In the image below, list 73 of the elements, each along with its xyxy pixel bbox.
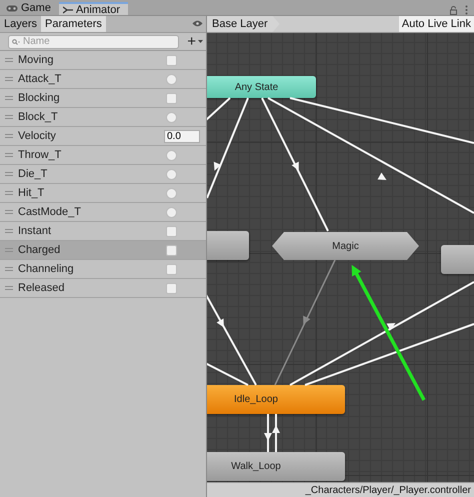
checkbox[interactable]: [166, 244, 177, 256]
drag-handle-icon[interactable]: [5, 229, 13, 233]
drag-handle-icon[interactable]: [5, 153, 13, 157]
file-path: _Characters/Player/_Player.controller: [305, 484, 471, 496]
parameter-name: Charged: [18, 244, 62, 256]
parameter-name: Blocking: [18, 92, 61, 104]
gamepad-icon: [6, 4, 18, 12]
state-node[interactable]: Magic: [272, 232, 419, 260]
drag-handle-icon[interactable]: [5, 267, 13, 271]
trigger-radio[interactable]: [166, 150, 177, 160]
trigger-radio[interactable]: [166, 112, 177, 122]
parameter-row[interactable]: Released: [0, 279, 206, 298]
parameter-row[interactable]: Moving: [0, 51, 206, 70]
parameter-name: Block_T: [18, 111, 59, 123]
trigger-radio[interactable]: [166, 168, 177, 180]
search-icon: [12, 38, 20, 44]
parameter-row[interactable]: Charged: [0, 241, 206, 260]
parameter-name: Throw_T: [18, 149, 62, 161]
parameter-name: Attack_T: [18, 73, 62, 85]
parameter-row[interactable]: Block_T: [0, 108, 206, 127]
parameter-name: Released: [18, 282, 66, 294]
drag-handle-icon[interactable]: [5, 77, 13, 81]
parameter-name: Instant: [18, 225, 52, 237]
parameter-row[interactable]: Channeling: [0, 260, 206, 279]
drag-handle-icon[interactable]: [5, 58, 13, 62]
drag-handle-icon[interactable]: [5, 191, 13, 195]
trigger-radio[interactable]: [166, 206, 177, 218]
checkbox[interactable]: [166, 264, 177, 274]
add-button[interactable]: +: [187, 34, 203, 49]
auto-live-link-button[interactable]: Auto Live Link: [398, 16, 474, 32]
drag-handle-icon[interactable]: [5, 96, 13, 100]
window-tab[interactable]: Animator: [58, 2, 128, 15]
parameter-name: Velocity: [18, 130, 57, 142]
breadcrumb[interactable]: Base Layer: [207, 16, 280, 32]
caret-icon: [198, 40, 203, 43]
transition-arrow[interactable]: [274, 260, 336, 386]
parameter-row[interactable]: Blocking: [0, 89, 206, 108]
state-node[interactable]: Walk_Loop: [207, 452, 345, 481]
transition-arrow[interactable]: [264, 414, 272, 452]
trigger-radio[interactable]: [166, 188, 177, 198]
checkbox[interactable]: [166, 282, 177, 294]
state-node[interactable]: Any State: [207, 76, 316, 98]
parameter-name: Die_T: [18, 168, 48, 180]
drag-handle-icon[interactable]: [5, 286, 13, 290]
parameter-name: CastMode_T: [18, 206, 82, 218]
drag-handle-icon[interactable]: [5, 172, 13, 176]
checkbox[interactable]: [166, 226, 177, 236]
checkbox[interactable]: [166, 54, 177, 66]
lock-icon[interactable]: [450, 6, 457, 14]
parameter-row[interactable]: Throw_T: [0, 146, 206, 165]
checkbox[interactable]: [166, 92, 177, 104]
parameter-row[interactable]: Velocity 0.0: [0, 127, 206, 146]
drag-handle-icon[interactable]: [5, 115, 13, 119]
panel-tab[interactable]: Layers: [0, 16, 42, 32]
drag-handle-icon[interactable]: [5, 210, 13, 214]
parameter-row[interactable]: Attack_T: [0, 70, 206, 89]
parameter-name: Hit_T: [18, 187, 46, 199]
parameter-row[interactable]: Hit_T: [0, 184, 206, 203]
parameter-row[interactable]: CastMode_T: [0, 203, 206, 222]
drag-handle-icon[interactable]: [5, 134, 13, 138]
parameter-row[interactable]: Die_T: [0, 165, 206, 184]
value-field[interactable]: 0.0: [164, 130, 200, 142]
eye-icon[interactable]: [192, 20, 203, 27]
search-field[interactable]: Name: [8, 34, 180, 48]
parameter-name: Channeling: [18, 263, 75, 275]
panel-tab[interactable]: Parameters: [41, 16, 106, 32]
parameter-name: Moving: [18, 54, 54, 66]
transition-arrow[interactable]: [272, 414, 280, 452]
branch-icon: [62, 6, 73, 14]
state-node[interactable]: Idle_Loop: [207, 385, 345, 414]
trigger-radio[interactable]: [166, 74, 177, 84]
more-icon[interactable]: [465, 5, 468, 15]
window-tab[interactable]: Game: [2, 1, 59, 15]
